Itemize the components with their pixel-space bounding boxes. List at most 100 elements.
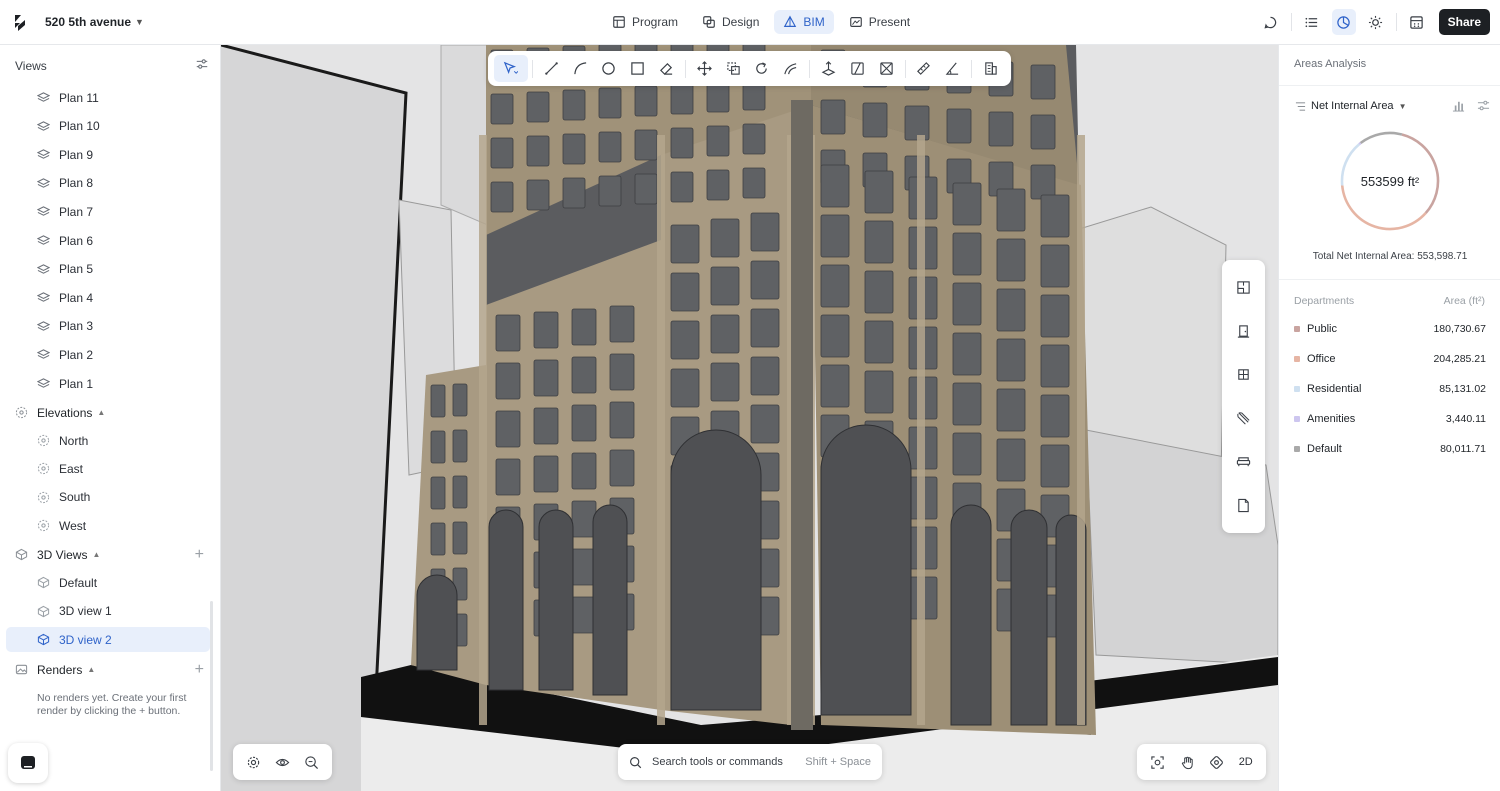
- split-tool[interactable]: [843, 55, 872, 82]
- sidebar-item-label: West: [59, 518, 87, 533]
- stairs-icon[interactable]: [1236, 411, 1251, 426]
- window-right: [1040, 194, 1070, 238]
- building-tool[interactable]: [976, 55, 1005, 82]
- calculator-button[interactable]: [1405, 9, 1429, 35]
- section-3d-views[interactable]: 3D Views ▲ +: [6, 542, 210, 567]
- 3d-viewport[interactable]: Shift + Space 2D: [221, 45, 1278, 791]
- building-3d-scene[interactable]: [221, 45, 1278, 791]
- line-tool[interactable]: [537, 55, 566, 82]
- document-icon[interactable]: [1236, 498, 1251, 513]
- select-tool[interactable]: [494, 55, 528, 82]
- department-row[interactable]: Amenities 3,440.11: [1294, 411, 1486, 427]
- chat-support-button[interactable]: [8, 743, 48, 783]
- sidebar-item-plan-2[interactable]: Plan 2: [6, 342, 210, 367]
- tab-bim[interactable]: BIM: [774, 10, 834, 34]
- door-icon[interactable]: [1236, 324, 1251, 339]
- sidebar-item-default[interactable]: Default: [6, 570, 210, 595]
- command-search[interactable]: Shift + Space: [618, 744, 882, 780]
- sidebar-item-north[interactable]: North: [6, 428, 210, 453]
- sidebar-item-plan-10[interactable]: Plan 10: [6, 114, 210, 139]
- camera-focus-icon[interactable]: [1150, 755, 1165, 770]
- sidebar-item-plan-3[interactable]: Plan 3: [6, 314, 210, 339]
- sidebar-item-west[interactable]: West: [6, 513, 210, 538]
- circle-tool[interactable]: [594, 55, 623, 82]
- sidebar-item-south[interactable]: South: [6, 485, 210, 510]
- window-icon[interactable]: [1236, 367, 1251, 382]
- department-row[interactable]: Public 180,730.67: [1294, 321, 1486, 337]
- gear-icon[interactable]: [246, 755, 261, 770]
- chevron-up-icon: ▲: [87, 665, 96, 674]
- metric-selector[interactable]: Net Internal Area ▼: [1295, 100, 1406, 112]
- department-row[interactable]: Default 80,011.71: [1294, 441, 1486, 457]
- furniture-icon[interactable]: [1236, 454, 1251, 469]
- toggle-2d-button[interactable]: 2D: [1239, 756, 1253, 768]
- rectangle-tool[interactable]: [623, 55, 652, 82]
- window-upper: [562, 133, 586, 165]
- sidebar-scrollbar[interactable]: [210, 601, 213, 771]
- department-area: 85,131.02: [1439, 383, 1486, 395]
- window-upper: [526, 135, 550, 167]
- settings-sliders-icon[interactable]: [1477, 99, 1490, 112]
- sidebar-item-plan-7[interactable]: Plan 7: [6, 199, 210, 224]
- tab-design[interactable]: Design: [693, 10, 768, 34]
- window-right: [996, 438, 1026, 482]
- present-icon: [849, 17, 862, 27]
- extrude-tool[interactable]: [814, 55, 843, 82]
- sidebar-item-plan-1[interactable]: Plan 1: [6, 371, 210, 396]
- image-icon: [15, 664, 28, 675]
- hand-pan-icon[interactable]: [1180, 755, 1195, 770]
- sidebar-item-east[interactable]: East: [6, 456, 210, 481]
- arc-tool[interactable]: [566, 55, 595, 82]
- add-3d-view-icon[interactable]: +: [195, 546, 204, 564]
- floor-plan-icon[interactable]: [1236, 280, 1251, 295]
- search-input[interactable]: [652, 756, 792, 768]
- plan-layers-icon: [37, 378, 50, 388]
- bar-chart-icon[interactable]: [1452, 99, 1465, 112]
- filter-sliders-icon[interactable]: [195, 57, 209, 71]
- list-view-button[interactable]: [1300, 9, 1324, 35]
- window-upper: [706, 169, 730, 201]
- sidebar-item-plan-11[interactable]: Plan 11: [6, 85, 210, 110]
- zoom-fit-icon[interactable]: [304, 755, 319, 770]
- sidebar-item-label: Plan 10: [59, 119, 100, 134]
- sun-button[interactable]: [1364, 9, 1388, 35]
- plan-layers-icon: [37, 321, 50, 331]
- sidebar-item-plan-8[interactable]: Plan 8: [6, 171, 210, 196]
- share-button[interactable]: Share: [1438, 9, 1490, 35]
- department-row[interactable]: Residential 85,131.02: [1294, 381, 1486, 397]
- add-render-icon[interactable]: +: [195, 661, 204, 679]
- angle-tool[interactable]: [938, 55, 967, 82]
- sidebar-item-3d-view-2[interactable]: 3D view 2: [6, 627, 210, 653]
- section-elevations[interactable]: Elevations ▲: [6, 400, 210, 425]
- section-renders[interactable]: Renders ▲ +: [6, 657, 210, 682]
- sidebar-item-plan-9[interactable]: Plan 9: [6, 142, 210, 167]
- window-front: [710, 362, 740, 402]
- rotate-tool[interactable]: [747, 55, 776, 82]
- void-tool[interactable]: [872, 55, 901, 82]
- tab-present[interactable]: Present: [840, 10, 919, 34]
- comments-button[interactable]: [1259, 9, 1283, 35]
- sidebar-item-3d-view-1[interactable]: 3D view 1: [6, 599, 210, 624]
- project-selector[interactable]: 520 5th avenue ▼: [45, 15, 144, 29]
- sidebar-item-plan-4[interactable]: Plan 4: [6, 285, 210, 310]
- sidebar-item-plan-6[interactable]: Plan 6: [6, 228, 210, 253]
- tab-program[interactable]: Program: [603, 10, 687, 34]
- window-upper: [526, 91, 550, 123]
- copy-tool[interactable]: [719, 55, 748, 82]
- copy-icon: [726, 62, 740, 75]
- measure-tool[interactable]: [910, 55, 939, 82]
- chat-support-icon: [21, 756, 35, 769]
- eraser-tool[interactable]: [652, 55, 681, 82]
- app-logo-icon[interactable]: [12, 13, 28, 33]
- window-right: [820, 264, 850, 308]
- window-upper: [634, 85, 658, 117]
- move-tool[interactable]: [690, 55, 719, 82]
- department-row[interactable]: Office 204,285.21: [1294, 351, 1486, 367]
- orbit-icon[interactable]: [1209, 755, 1224, 770]
- analysis-button[interactable]: [1331, 9, 1356, 35]
- window-middle-wing: [609, 401, 635, 439]
- eye-icon[interactable]: [275, 755, 290, 770]
- offset-tool[interactable]: [776, 55, 805, 82]
- window-middle-wing: [533, 359, 559, 397]
- sidebar-item-plan-5[interactable]: Plan 5: [6, 257, 210, 282]
